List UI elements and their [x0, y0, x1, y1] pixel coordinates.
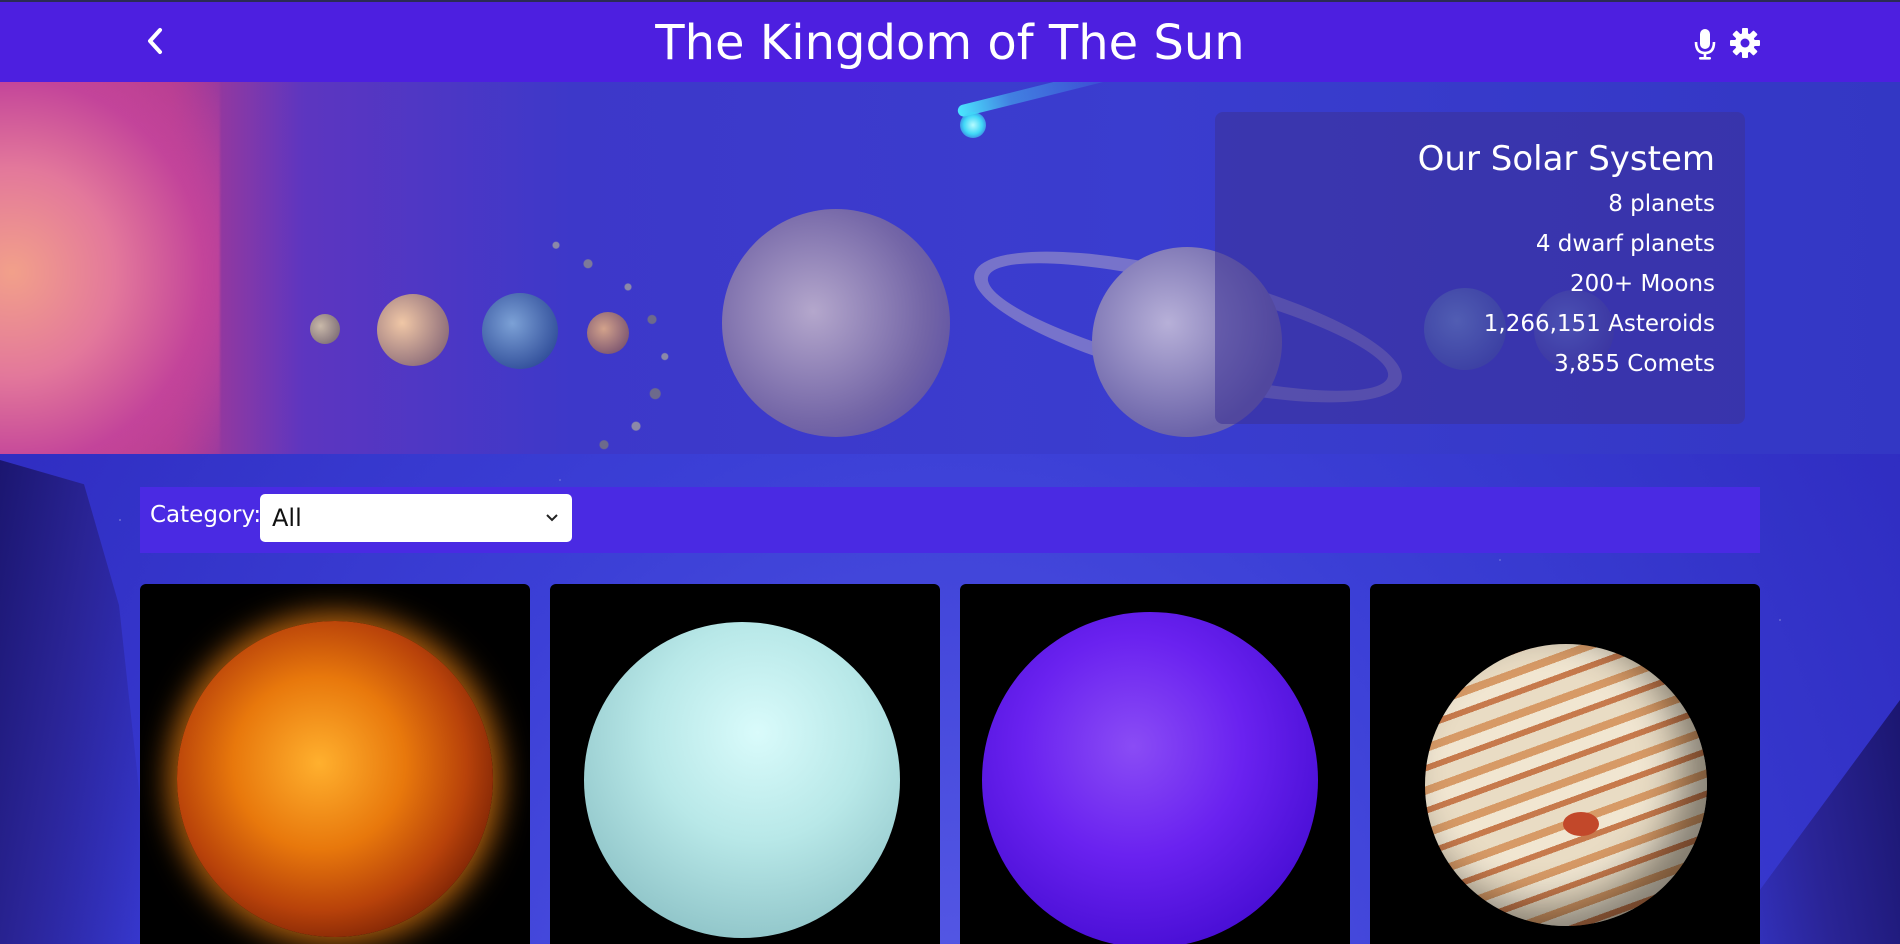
stat-planets: 8 planets [1608, 191, 1715, 217]
comet-image [960, 112, 986, 138]
solar-system-stats-panel: Our Solar System 8 planets 4 dwarf plane… [1215, 112, 1745, 424]
settings-button[interactable] [1728, 26, 1762, 60]
card-neptune[interactable] [960, 584, 1350, 944]
app-header: The Kingdom of The Sun [0, 0, 1900, 82]
jupiter-card-image [1425, 644, 1707, 926]
tree-silhouette-left [0, 460, 140, 944]
comet-tail [956, 82, 1135, 118]
page-title: The Kingdom of The Sun [655, 15, 1245, 71]
hero-banner: Our Solar System 8 planets 4 dwarf plane… [0, 82, 1900, 454]
category-select[interactable]: All [260, 494, 572, 542]
gear-icon [1730, 28, 1760, 58]
great-red-spot [1563, 812, 1599, 836]
stat-comets: 3,855 Comets [1554, 351, 1715, 377]
category-label: Category: [150, 502, 262, 528]
stats-title: Our Solar System [1417, 139, 1715, 179]
sun-image [177, 621, 493, 937]
microphone-icon [1694, 29, 1716, 60]
stat-dwarf-planets: 4 dwarf planets [1535, 231, 1715, 257]
sun-surface-image [0, 82, 220, 454]
microphone-button[interactable] [1692, 26, 1718, 62]
chevron-down-icon [546, 514, 558, 522]
jupiter-image [722, 209, 950, 437]
card-uranus[interactable] [550, 584, 940, 944]
venus-image [377, 294, 449, 366]
card-jupiter[interactable] [1370, 584, 1760, 944]
filter-bar: Category: All [140, 487, 1760, 553]
mercury-image [310, 314, 340, 344]
neptune-card-image [982, 612, 1318, 944]
asteroid-belt-image [540, 222, 700, 454]
stat-moons: 200+ Moons [1569, 271, 1715, 297]
uranus-card-image [584, 622, 900, 938]
category-selected-value: All [272, 504, 302, 532]
stat-asteroids: 1,266,151 Asteroids [1483, 311, 1715, 337]
card-sun[interactable] [140, 584, 530, 944]
